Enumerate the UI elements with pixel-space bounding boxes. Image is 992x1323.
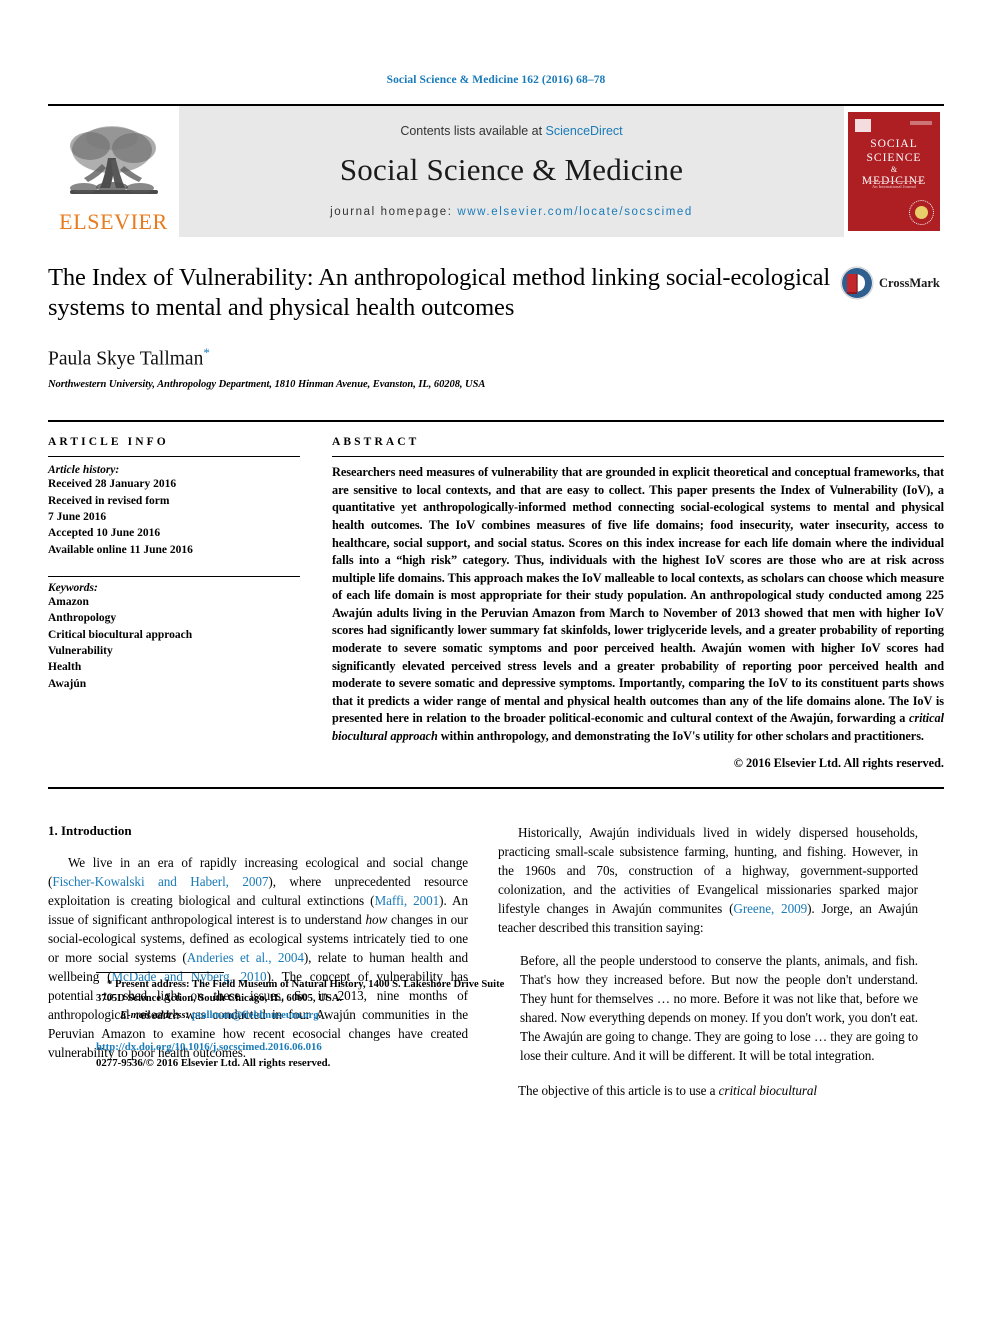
keyword-item: Vulnerability bbox=[48, 644, 113, 657]
body-columns: 1. Introduction We live in an era of rap… bbox=[48, 823, 944, 1100]
sciencedirect-link[interactable]: ScienceDirect bbox=[546, 124, 623, 138]
cover-subtitle: An International Journal bbox=[872, 184, 916, 189]
body-column-left: 1. Introduction We live in an era of rap… bbox=[48, 822, 504, 1100]
article-history-label: Article history: bbox=[48, 464, 120, 477]
journal-cover-thumbnail[interactable]: SOCIAL SCIENCE & MEDICINE An Internation… bbox=[844, 106, 944, 237]
journal-cover-image: SOCIAL SCIENCE & MEDICINE An Internation… bbox=[848, 112, 940, 231]
citation-link[interactable]: Anderies et al., 2004 bbox=[187, 950, 304, 965]
journal-homepage-line: journal homepage: www.elsevier.com/locat… bbox=[330, 206, 693, 218]
masthead-center: Contents lists available at ScienceDirec… bbox=[179, 106, 844, 237]
keyword-item: Awajún bbox=[48, 677, 87, 690]
keyword-item: Amazon bbox=[48, 595, 89, 608]
article-info-rule bbox=[48, 456, 300, 458]
intro-paragraph-left: We live in an era of rapidly increasing … bbox=[48, 853, 468, 1062]
elsevier-wordmark: ELSEVIER bbox=[59, 209, 168, 234]
doi-block: http://dx.doi.org/10.1016/j.socscimed.20… bbox=[96, 1039, 526, 1071]
info-abstract-region: ARTICLE INFO Article history: Received 2… bbox=[48, 420, 944, 770]
keyword-item: Health bbox=[48, 661, 82, 674]
article-history-item: 7 June 2016 bbox=[48, 510, 107, 523]
abstract-copyright: © 2016 Elsevier Ltd. All rights reserved… bbox=[733, 755, 944, 770]
crossmark-label: CrossMark bbox=[879, 275, 940, 290]
cover-title-amp: & bbox=[890, 165, 898, 175]
intro-italic-how: how bbox=[365, 911, 388, 927]
objective-text-a: The objective of this article is to use … bbox=[518, 1082, 719, 1098]
abstract-heading: ABSTRACT bbox=[332, 436, 420, 449]
journal-masthead: ELSEVIER Contents lists available at Sci… bbox=[48, 104, 944, 237]
article-history-item: Received 28 January 2016 bbox=[48, 478, 177, 491]
elsevier-tree-icon bbox=[69, 126, 158, 194]
footnote-email-link[interactable]: ptallman@fieldmuseum.org bbox=[192, 1010, 319, 1021]
author-affiliation: Northwestern University, Anthropology De… bbox=[48, 379, 486, 391]
article-history-item: Accepted 10 June 2016 bbox=[48, 527, 161, 540]
crossmark-badge[interactable]: CrossMark bbox=[840, 263, 944, 303]
footnote-rule bbox=[96, 971, 224, 973]
objective-paragraph: The objective of this article is to use … bbox=[498, 1081, 918, 1100]
running-head: Social Science & Medicine 162 (2016) 68–… bbox=[386, 74, 606, 86]
cover-divider bbox=[866, 181, 922, 182]
abstract-rule bbox=[332, 456, 944, 458]
cover-seal-icon bbox=[909, 200, 934, 225]
section-heading-introduction: 1. Introduction bbox=[48, 822, 132, 838]
author-list: Paula Skye Tallman* bbox=[48, 345, 944, 371]
article-history-item: Received in revised form bbox=[48, 494, 170, 507]
cover-title-line2: SCIENCE bbox=[866, 151, 922, 164]
citation-link[interactable]: Greene, 2009 bbox=[733, 901, 807, 916]
cover-publisher-mark bbox=[855, 119, 871, 132]
doi-link[interactable]: http://dx.doi.org/10.1016/j.socscimed.20… bbox=[96, 1039, 526, 1055]
abstract-text: Researchers need measures of vulnerabili… bbox=[332, 464, 944, 745]
keyword-item: Critical biocultural approach bbox=[48, 628, 193, 641]
journal-article-page: Social Science & Medicine 162 (2016) 68–… bbox=[0, 0, 992, 1323]
journal-title: Social Science & Medicine bbox=[339, 151, 684, 187]
title-block: The Index of Vulnerability: An anthropol… bbox=[48, 263, 944, 323]
footnote-address-text: Present address: The Field Museum of Nat… bbox=[96, 978, 505, 1005]
contents-available-line: Contents lists available at ScienceDirec… bbox=[400, 124, 622, 138]
cover-title-line1: SOCIAL bbox=[870, 138, 918, 150]
homepage-prefix: journal homepage: bbox=[330, 205, 458, 218]
keywords-rule bbox=[48, 575, 300, 577]
citation-link[interactable]: Maffi, 2001 bbox=[374, 893, 439, 908]
abstract-part-2: within anthropology, and demonstrating t… bbox=[437, 728, 924, 743]
article-title: The Index of Vulnerability: An anthropol… bbox=[48, 264, 831, 321]
author-footnote: * Present address: The Field Museum of N… bbox=[96, 971, 516, 1024]
article-history-item: Available online 11 June 2016 bbox=[48, 543, 193, 556]
journal-homepage-link[interactable]: www.elsevier.com/locate/socscimed bbox=[457, 206, 693, 218]
history-paragraph-right: Historically, Awajún individuals lived i… bbox=[498, 823, 918, 937]
footnote-email-label: E-mail address: bbox=[120, 1009, 190, 1021]
body-column-right: Historically, Awajún individuals lived i… bbox=[498, 823, 918, 1100]
abstract-column: ABSTRACT Researchers need measures of vu… bbox=[332, 436, 944, 770]
crossmark-icon bbox=[840, 266, 874, 300]
abstract-bottom-rule bbox=[48, 786, 944, 789]
keyword-item: Anthropology bbox=[48, 612, 117, 625]
objective-italic-phrase: critical biocultural bbox=[718, 1082, 818, 1098]
article-info-column: ARTICLE INFO Article history: Received 2… bbox=[48, 436, 300, 770]
keywords-block: Keywords: Amazon Anthropology Critical b… bbox=[48, 575, 300, 692]
contents-prefix: Contents lists available at bbox=[400, 123, 546, 138]
article-info-heading: ARTICLE INFO bbox=[48, 436, 169, 449]
keywords-label: Keywords: bbox=[48, 581, 98, 594]
footnote-email-line: E-mail address: ptallman@fieldmuseum.org… bbox=[120, 1009, 322, 1021]
footnote-present-address: * Present address: The Field Museum of N… bbox=[96, 978, 516, 1007]
issn-copyright-line: 0277-9536/© 2016 Elsevier Ltd. All right… bbox=[96, 1057, 331, 1070]
elsevier-logo: ELSEVIER bbox=[48, 106, 179, 237]
author-footnote-marker[interactable]: * bbox=[203, 345, 210, 360]
author-name: Paula Skye Tallman bbox=[48, 348, 204, 370]
cover-issue-mark bbox=[910, 121, 932, 125]
abstract-part-1: Researchers need measures of vulnerabili… bbox=[332, 465, 944, 726]
citation-link[interactable]: Fischer-Kowalski and Haberl, 2007 bbox=[52, 874, 268, 889]
block-quote: Before, all the people understood to con… bbox=[520, 952, 918, 1063]
